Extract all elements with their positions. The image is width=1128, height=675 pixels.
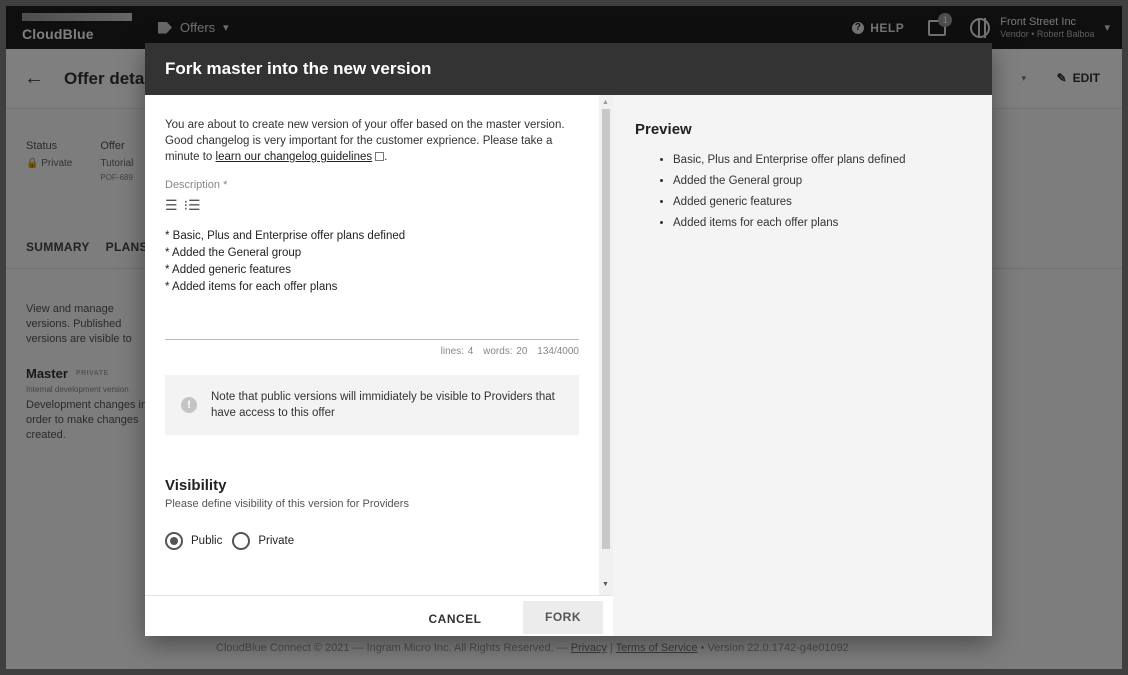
- radio-public-circle[interactable]: [165, 532, 183, 550]
- bulleted-list-icon[interactable]: ☰: [165, 197, 178, 214]
- radio-private[interactable]: Private: [232, 532, 294, 550]
- external-link-icon: [375, 152, 385, 161]
- description-line: * Added the General group: [165, 247, 302, 259]
- fork-version-dialog: Fork master into the new version You are…: [145, 43, 992, 636]
- scroll-up-arrow-icon[interactable]: ▲: [602, 99, 609, 106]
- visibility-note: ! Note that public versions will immidia…: [165, 375, 579, 435]
- dialog-form-panel: You are about to create new version of y…: [145, 95, 613, 636]
- description-line: * Added items for each offer plans: [165, 281, 338, 293]
- description-line: * Basic, Plus and Enterprise offer plans…: [165, 230, 406, 242]
- form-scroll-area: You are about to create new version of y…: [145, 95, 599, 595]
- changelog-guidelines-link[interactable]: learn our changelog guidelines: [216, 151, 373, 163]
- preview-panel: Preview Basic, Plus and Enterprise offer…: [613, 95, 992, 636]
- visibility-subtitle: Please define visibility of this version…: [165, 498, 409, 510]
- editor-toolbar: ☰ ⁝☰: [165, 197, 579, 214]
- preview-item: Added the General group: [673, 171, 970, 192]
- preview-item: Added generic features: [673, 192, 970, 213]
- visibility-title: Visibility: [165, 477, 227, 494]
- numbered-list-icon[interactable]: ⁝☰: [184, 197, 201, 214]
- fork-button[interactable]: FORK: [523, 601, 603, 634]
- cancel-button[interactable]: CANCEL: [415, 606, 495, 632]
- line-count: lines: 4: [440, 346, 474, 357]
- description-label: Description *: [165, 179, 228, 191]
- preview-item: Basic, Plus and Enterprise offer plans d…: [673, 150, 970, 171]
- description-counter: lines: 4 words: 20 134/4000: [165, 346, 579, 357]
- preview-item: Added items for each offer plans: [673, 213, 970, 234]
- scroll-down-arrow-icon[interactable]: ▼: [602, 581, 609, 588]
- description-line: * Added generic features: [165, 264, 291, 276]
- radio-public[interactable]: Public: [165, 532, 222, 550]
- visibility-radio-group: Public Private: [165, 532, 579, 550]
- dialog-actions: CANCEL FORK: [145, 595, 613, 636]
- scrollbar-thumb[interactable]: [602, 109, 610, 549]
- intro-text: You are about to create new version of y…: [165, 119, 565, 163]
- dialog-title: Fork master into the new version: [145, 43, 992, 95]
- radio-private-circle[interactable]: [232, 532, 251, 550]
- description-textarea[interactable]: * Basic, Plus and Enterprise offer plans…: [165, 228, 579, 340]
- preview-list: Basic, Plus and Enterprise offer plans d…: [635, 150, 970, 234]
- preview-title: Preview: [635, 121, 692, 138]
- note-text: Note that public versions will immidiate…: [211, 391, 555, 419]
- word-count: words: 20: [483, 346, 528, 357]
- info-icon: !: [181, 397, 197, 413]
- char-count: 134/4000: [537, 346, 579, 357]
- form-scrollbar[interactable]: ▲ ▼: [599, 95, 613, 595]
